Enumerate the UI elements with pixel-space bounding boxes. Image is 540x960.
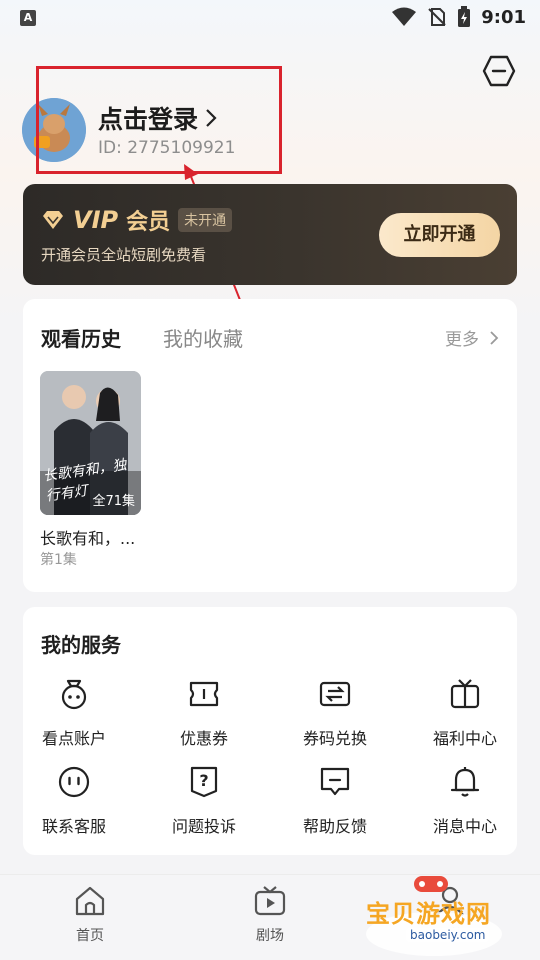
- diamond-icon: [43, 211, 63, 229]
- vip-card[interactable]: VIP 会员 未开通 开通会员全站短剧免费看 立即开通: [23, 184, 517, 285]
- nav-label: 剧场: [256, 928, 284, 944]
- open-vip-button[interactable]: 立即开通: [379, 213, 500, 257]
- service-welfare[interactable]: 福利中心: [415, 677, 515, 749]
- watermark-text: 宝贝游戏网: [366, 900, 491, 928]
- video-title[interactable]: 长歌有和，...: [40, 525, 135, 549]
- nav-label: 首页: [76, 928, 104, 944]
- theater-tv-icon: [254, 886, 286, 916]
- svg-text:?: ?: [199, 771, 208, 790]
- service-label: 消息中心: [432, 817, 497, 836]
- home-icon: [75, 886, 105, 916]
- history-card: 观看历史 我的收藏 更多 长歌有和，独行有灯 全71集 长歌有和，... 第1集: [23, 299, 517, 592]
- wallet-bag-icon: [61, 679, 87, 710]
- chevron-right-icon: [490, 330, 499, 345]
- service-label: 看点账户: [41, 729, 106, 748]
- annotation-highlight-box: [36, 66, 282, 174]
- watermark-url: baobeiy.com: [406, 928, 490, 942]
- more-link[interactable]: 更多: [445, 325, 499, 350]
- service-coupon[interactable]: 优惠券: [154, 677, 254, 749]
- watermark: 宝贝游戏网 baobeiy.com: [362, 872, 512, 958]
- settings-hexagon-icon[interactable]: [482, 54, 516, 88]
- service-messages[interactable]: 消息中心: [415, 765, 515, 837]
- service-label: 券码兑换: [302, 729, 367, 748]
- service-customer-support[interactable]: 联系客服: [24, 765, 124, 837]
- service-feedback[interactable]: 帮助反馈: [285, 765, 385, 837]
- battery-charging-icon: [458, 6, 471, 27]
- feedback-icon: [320, 767, 350, 796]
- exchange-icon: [319, 681, 351, 707]
- service-exchange[interactable]: 券码兑换: [285, 677, 385, 749]
- vip-status-badge: 未开通: [178, 208, 233, 232]
- services-title: 我的服务: [41, 633, 121, 657]
- service-complaint[interactable]: ? 问题投诉: [154, 765, 254, 837]
- question-doc-icon: ?: [190, 766, 218, 798]
- status-bar: A 9:01: [0, 0, 540, 36]
- tab-watch-history[interactable]: 观看历史: [41, 323, 121, 352]
- notification-icon: A: [20, 10, 36, 26]
- more-label: 更多: [445, 330, 479, 350]
- service-label: 优惠券: [179, 729, 228, 748]
- service-label: 联系客服: [41, 817, 106, 836]
- nav-theater[interactable]: 剧场: [230, 885, 310, 945]
- service-label: 问题投诉: [171, 817, 236, 836]
- total-episodes: 全71集: [92, 494, 135, 509]
- vip-logo-text: VIP: [73, 206, 119, 234]
- status-time: 9:01: [481, 6, 526, 28]
- service-account[interactable]: 看点账户: [24, 677, 124, 749]
- video-poster[interactable]: 长歌有和，独行有灯 全71集: [40, 371, 141, 515]
- service-label: 帮助反馈: [302, 817, 367, 836]
- tab-favorites[interactable]: 我的收藏: [163, 323, 243, 352]
- services-card: 我的服务 看点账户 优惠券 券码兑换 福利中心 联系客服 ? 问题投诉 帮助反馈…: [23, 607, 517, 855]
- service-label: 福利中心: [432, 729, 497, 748]
- coupon-icon: [189, 681, 219, 707]
- smile-face-icon: [58, 766, 90, 798]
- nav-home[interactable]: 首页: [50, 885, 130, 945]
- gift-tv-icon: [450, 679, 480, 709]
- vip-subtitle: 开通会员全站短剧免费看: [41, 246, 207, 264]
- bell-icon: [450, 767, 480, 797]
- wifi-icon: [392, 7, 417, 26]
- video-episode: 第1集: [40, 552, 77, 568]
- no-sim-icon: [428, 8, 446, 26]
- vip-title: 会员: [126, 210, 171, 235]
